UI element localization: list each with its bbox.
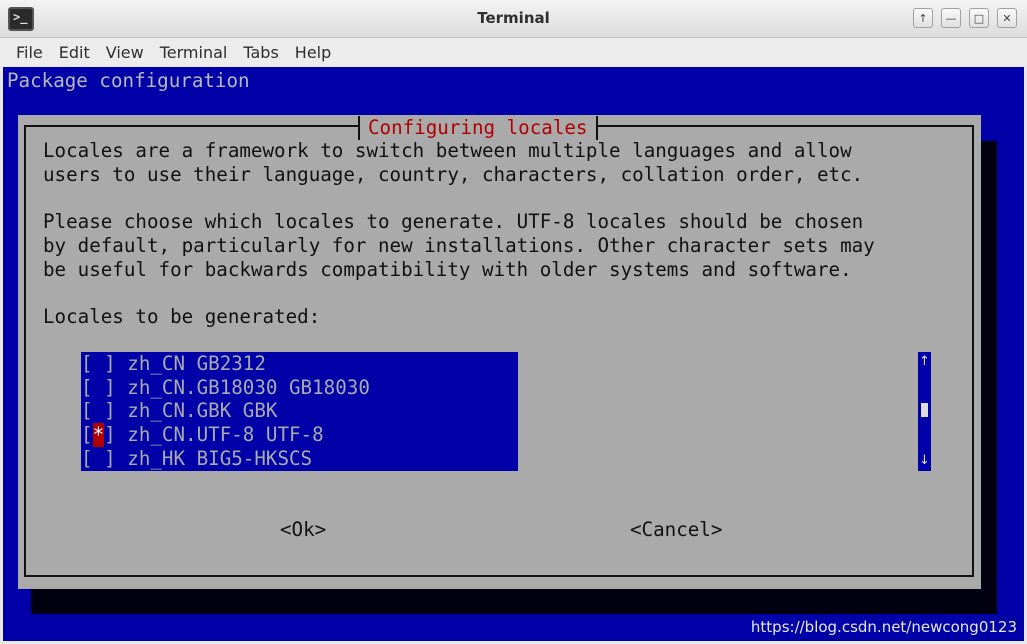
background-title: Package configuration xyxy=(7,69,250,92)
locale-label: zh_CN.UTF-8 UTF-8 xyxy=(127,423,324,447)
maximize-button[interactable]: □ xyxy=(969,8,989,28)
description-line: by default, particularly for new install… xyxy=(43,234,875,257)
menu-terminal[interactable]: Terminal xyxy=(152,43,236,62)
locale-label: zh_HK BIG5-HKSCS xyxy=(127,446,313,470)
description-line: Locales are a framework to switch betwee… xyxy=(43,139,852,162)
watermark-text: https://blog.csdn.net/newcong0123 xyxy=(750,618,1017,636)
locale-item-selected[interactable]: [*] zh_CN.UTF-8 UTF-8 xyxy=(81,423,518,447)
terminal-area[interactable]: Package configuration Configuring locale… xyxy=(3,67,1024,641)
locale-item[interactable]: [ ] zh_CN.GBK GBK xyxy=(81,399,518,423)
checkbox[interactable]: [ ] xyxy=(81,376,116,400)
description-line: be useful for backwards compatibility wi… xyxy=(43,258,852,281)
menubar: File Edit View Terminal Tabs Help xyxy=(0,38,1027,66)
window-controls: ↑ — □ ✕ xyxy=(913,8,1017,28)
locale-label: zh_CN GB2312 xyxy=(127,352,266,375)
dialog-border xyxy=(24,125,974,577)
checkbox[interactable]: [ ] xyxy=(81,352,116,376)
list-label: Locales to be generated: xyxy=(43,305,321,328)
description-line: users to use their language, country, ch… xyxy=(43,163,864,186)
menu-tabs[interactable]: Tabs xyxy=(235,43,286,62)
cancel-button[interactable]: <Cancel> xyxy=(630,518,722,542)
checkbox[interactable]: [ ] xyxy=(81,447,116,471)
locale-list[interactable]: [ ] zh_CN GB2312 [ ] zh_CN.GB18030 GB180… xyxy=(81,352,518,471)
locale-label: zh_CN.GB18030 GB18030 xyxy=(127,375,370,399)
locale-item[interactable]: [ ] zh_CN GB2312 xyxy=(81,352,518,376)
configuring-locales-dialog: Configuring locales Locales are a framew… xyxy=(18,115,981,589)
description-line: Please choose which locales to generate.… xyxy=(43,210,864,233)
checkbox[interactable]: [ ] xyxy=(81,399,116,423)
window-title: Terminal xyxy=(477,9,550,27)
close-button[interactable]: ✕ xyxy=(997,8,1017,28)
minimize-button[interactable]: — xyxy=(941,8,961,28)
menu-edit[interactable]: Edit xyxy=(51,43,98,62)
checkbox-checked[interactable]: [*] xyxy=(81,423,116,447)
scroll-down-arrow-icon[interactable]: ↓ xyxy=(918,451,931,471)
list-scrollbar[interactable]: ↑ ↓ xyxy=(918,352,931,471)
menu-help[interactable]: Help xyxy=(287,43,339,62)
shade-button[interactable]: ↑ xyxy=(913,8,933,28)
scroll-thumb[interactable] xyxy=(921,403,928,417)
menu-view[interactable]: View xyxy=(98,43,152,62)
dialog-title: Configuring locales xyxy=(368,116,588,139)
scroll-up-arrow-icon[interactable]: ↑ xyxy=(918,352,931,372)
locale-item[interactable]: [ ] zh_HK BIG5-HKSCS xyxy=(81,447,518,471)
ok-button[interactable]: <Ok> xyxy=(280,518,326,542)
dialog-title-box: Configuring locales xyxy=(358,116,598,140)
locale-label: zh_CN.GBK GBK xyxy=(127,399,278,423)
locale-item[interactable]: [ ] zh_CN.GB18030 GB18030 xyxy=(81,376,518,400)
menu-file[interactable]: File xyxy=(8,43,51,62)
window-titlebar[interactable]: >_ Terminal ↑ — □ ✕ xyxy=(0,0,1027,38)
